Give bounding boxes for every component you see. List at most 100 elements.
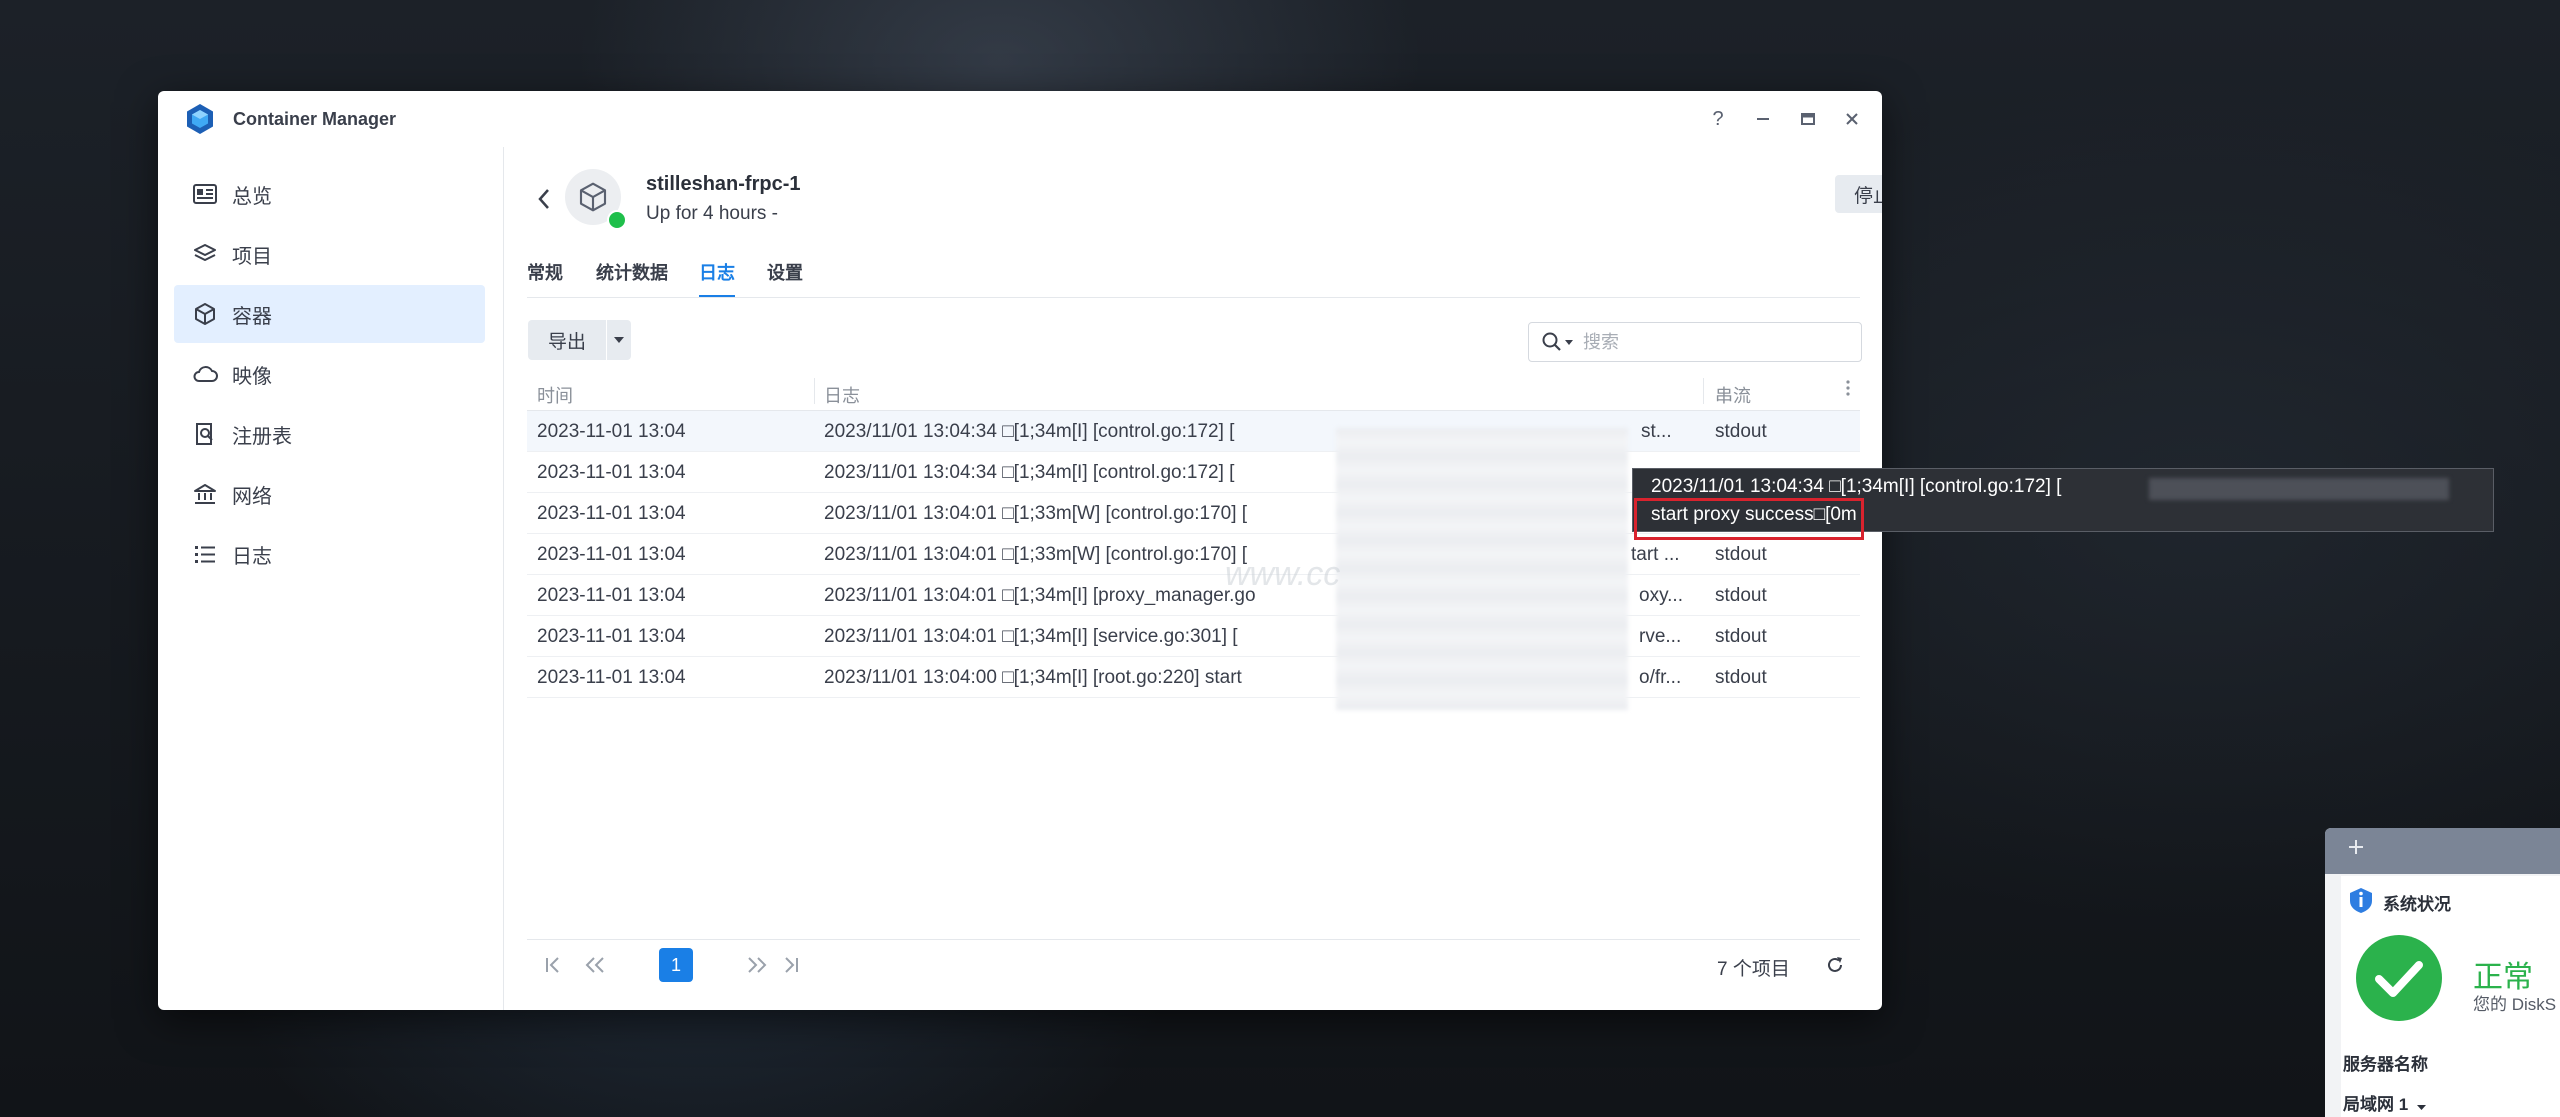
server-name-label: 服务器名称 bbox=[2343, 1055, 2428, 1074]
cube-icon bbox=[579, 182, 607, 212]
row-log: 2023/11/01 13:04:34 □[1;34m[I] [control.… bbox=[824, 462, 1235, 483]
help-icon[interactable]: ? bbox=[1704, 105, 1732, 133]
export-button[interactable]: 导出 bbox=[528, 320, 606, 360]
widget-title: 系统状况 bbox=[2383, 895, 2451, 914]
row-stream: stdout bbox=[1715, 544, 1767, 565]
row-log-tail: st... bbox=[1641, 421, 1672, 442]
item-count: 7 个项目 bbox=[1717, 959, 1790, 980]
network-dropdown[interactable]: 局域网 1 bbox=[2343, 1090, 2426, 1115]
row-log-tail: tart ... bbox=[1631, 544, 1680, 565]
info-icon bbox=[2350, 888, 2372, 913]
pagination-bar: 1 7 个项目 bbox=[527, 939, 1860, 986]
container-status: Up for 4 hours - bbox=[646, 203, 778, 224]
row-stream: stdout bbox=[1715, 585, 1767, 606]
row-log: 2023/11/01 13:04:00 □[1;34m[I] [root.go:… bbox=[824, 667, 1242, 688]
sidebar-item-network[interactable]: 网络 bbox=[174, 465, 485, 523]
row-stream: stdout bbox=[1715, 667, 1767, 688]
row-time: 2023-11-01 13:04 bbox=[537, 503, 686, 524]
sidebar-item-label: 总览 bbox=[232, 185, 272, 208]
stop-button[interactable]: 停止 bbox=[1835, 175, 1882, 213]
column-header-log[interactable]: 日志 bbox=[824, 382, 860, 408]
check-circle-icon bbox=[2356, 935, 2442, 1021]
caret-down-icon[interactable] bbox=[1565, 339, 1573, 345]
highlight-box bbox=[1634, 498, 1864, 540]
table-row[interactable]: 2023-11-01 13:04 2023/11/01 13:04:01 □[1… bbox=[527, 575, 1860, 616]
row-stream: stdout bbox=[1715, 421, 1767, 442]
chevron-left-icon bbox=[538, 189, 549, 209]
row-log-tail: oxy... bbox=[1639, 585, 1683, 606]
widget-panel: 系统状况 正常 您的 DiskS 服务器名称 局域网 1 bbox=[2341, 876, 2560, 1117]
row-time: 2023-11-01 13:04 bbox=[537, 462, 686, 483]
sidebar: 总览 项目 容器 映像 注册表 网络 日志 bbox=[158, 147, 504, 1010]
back-button[interactable] bbox=[529, 181, 559, 217]
minimize-icon[interactable] bbox=[1749, 105, 1777, 133]
sidebar-item-registry[interactable]: 注册表 bbox=[174, 405, 485, 463]
search-icon[interactable] bbox=[1541, 331, 1563, 353]
row-time: 2023-11-01 13:04 bbox=[537, 626, 686, 647]
window-title: Container Manager bbox=[233, 109, 397, 129]
row-time: 2023-11-01 13:04 bbox=[537, 585, 686, 606]
table-row[interactable]: 2023-11-01 13:04 2023/11/01 13:04:01 □[1… bbox=[527, 534, 1860, 575]
list-icon bbox=[192, 541, 218, 567]
column-divider[interactable] bbox=[1703, 378, 1704, 404]
close-icon[interactable] bbox=[1838, 105, 1866, 133]
add-icon[interactable] bbox=[2347, 838, 2365, 856]
column-header-stream[interactable]: 串流 bbox=[1715, 382, 1751, 408]
row-log-tail: rve... bbox=[1639, 626, 1682, 647]
title-bar[interactable]: Container Manager ? bbox=[158, 91, 1882, 147]
stop-button-label: 停止 bbox=[1853, 185, 1882, 207]
sidebar-item-logs[interactable]: 日志 bbox=[174, 525, 485, 583]
table-row[interactable]: 2023-11-01 13:04 2023/11/01 13:04:34 □[1… bbox=[527, 411, 1860, 452]
sidebar-item-containers[interactable]: 容器 bbox=[174, 285, 485, 343]
sidebar-item-overview[interactable]: 总览 bbox=[174, 165, 485, 223]
export-group: 导出 bbox=[528, 320, 631, 360]
tab-settings[interactable]: 设置 bbox=[767, 257, 803, 295]
first-page-icon[interactable] bbox=[539, 952, 567, 978]
column-options-icon[interactable] bbox=[1845, 378, 1855, 402]
row-log: 2023/11/01 13:04:01 □[1;34m[I] [service.… bbox=[824, 626, 1238, 647]
main-panel: stilleshan-frpc-1 Up for 4 hours - 停止 操作… bbox=[503, 147, 1882, 1010]
row-log: 2023/11/01 13:04:34 □[1;34m[I] [control.… bbox=[824, 421, 1235, 442]
row-time: 2023-11-01 13:04 bbox=[537, 544, 686, 565]
column-header-time[interactable]: 时间 bbox=[537, 382, 573, 408]
tab-bar: 常规 统计数据 日志 设置 bbox=[527, 257, 1860, 298]
network-icon bbox=[192, 481, 218, 507]
last-page-icon[interactable] bbox=[777, 952, 805, 978]
table-row[interactable]: 2023-11-01 13:04 2023/11/01 13:04:00 □[1… bbox=[527, 657, 1860, 698]
overview-icon bbox=[192, 181, 218, 207]
cloud-icon bbox=[192, 361, 218, 387]
tab-general[interactable]: 常规 bbox=[527, 257, 563, 295]
tab-statistics[interactable]: 统计数据 bbox=[596, 257, 668, 295]
previous-page-icon[interactable] bbox=[581, 952, 609, 978]
sidebar-item-images[interactable]: 映像 bbox=[174, 345, 485, 403]
widget-toolbar bbox=[2325, 828, 2560, 874]
search-input[interactable] bbox=[1581, 330, 1835, 354]
sidebar-item-label: 映像 bbox=[232, 365, 272, 388]
export-dropdown-button[interactable] bbox=[607, 320, 631, 360]
row-log-tail: o/fr... bbox=[1639, 667, 1682, 688]
sidebar-item-label: 容器 bbox=[232, 305, 272, 328]
tab-logs[interactable]: 日志 bbox=[699, 257, 735, 297]
export-button-label: 导出 bbox=[547, 331, 586, 353]
sidebar-item-projects[interactable]: 项目 bbox=[174, 225, 485, 283]
watermark-text: www.cc bbox=[1225, 555, 1341, 593]
tooltip-redacted bbox=[2149, 478, 2449, 500]
next-page-icon[interactable] bbox=[743, 952, 771, 978]
redacted-area bbox=[1336, 428, 1628, 710]
caret-down-icon bbox=[614, 337, 624, 343]
table-row[interactable]: 2023-11-01 13:04 2023/11/01 13:04:01 □[1… bbox=[527, 616, 1860, 657]
sidebar-item-label: 项目 bbox=[232, 245, 272, 268]
sidebar-item-label: 网络 bbox=[232, 485, 272, 508]
tooltip-line-1: 2023/11/01 13:04:34 □[1;34m[I] [control.… bbox=[1651, 476, 2062, 497]
container-name: stilleshan-frpc-1 bbox=[646, 173, 801, 195]
layers-icon bbox=[192, 241, 218, 267]
row-stream: stdout bbox=[1715, 626, 1767, 647]
sidebar-item-label: 日志 bbox=[232, 545, 272, 568]
column-divider[interactable] bbox=[814, 378, 815, 404]
system-status-widget: 系统状况 正常 您的 DiskS 服务器名称 局域网 1 bbox=[2325, 828, 2560, 1117]
row-time: 2023-11-01 13:04 bbox=[537, 421, 686, 442]
maximize-icon[interactable] bbox=[1794, 105, 1822, 133]
current-page-button[interactable]: 1 bbox=[659, 948, 693, 982]
refresh-icon[interactable] bbox=[1821, 952, 1849, 978]
registry-search-icon bbox=[192, 421, 218, 447]
